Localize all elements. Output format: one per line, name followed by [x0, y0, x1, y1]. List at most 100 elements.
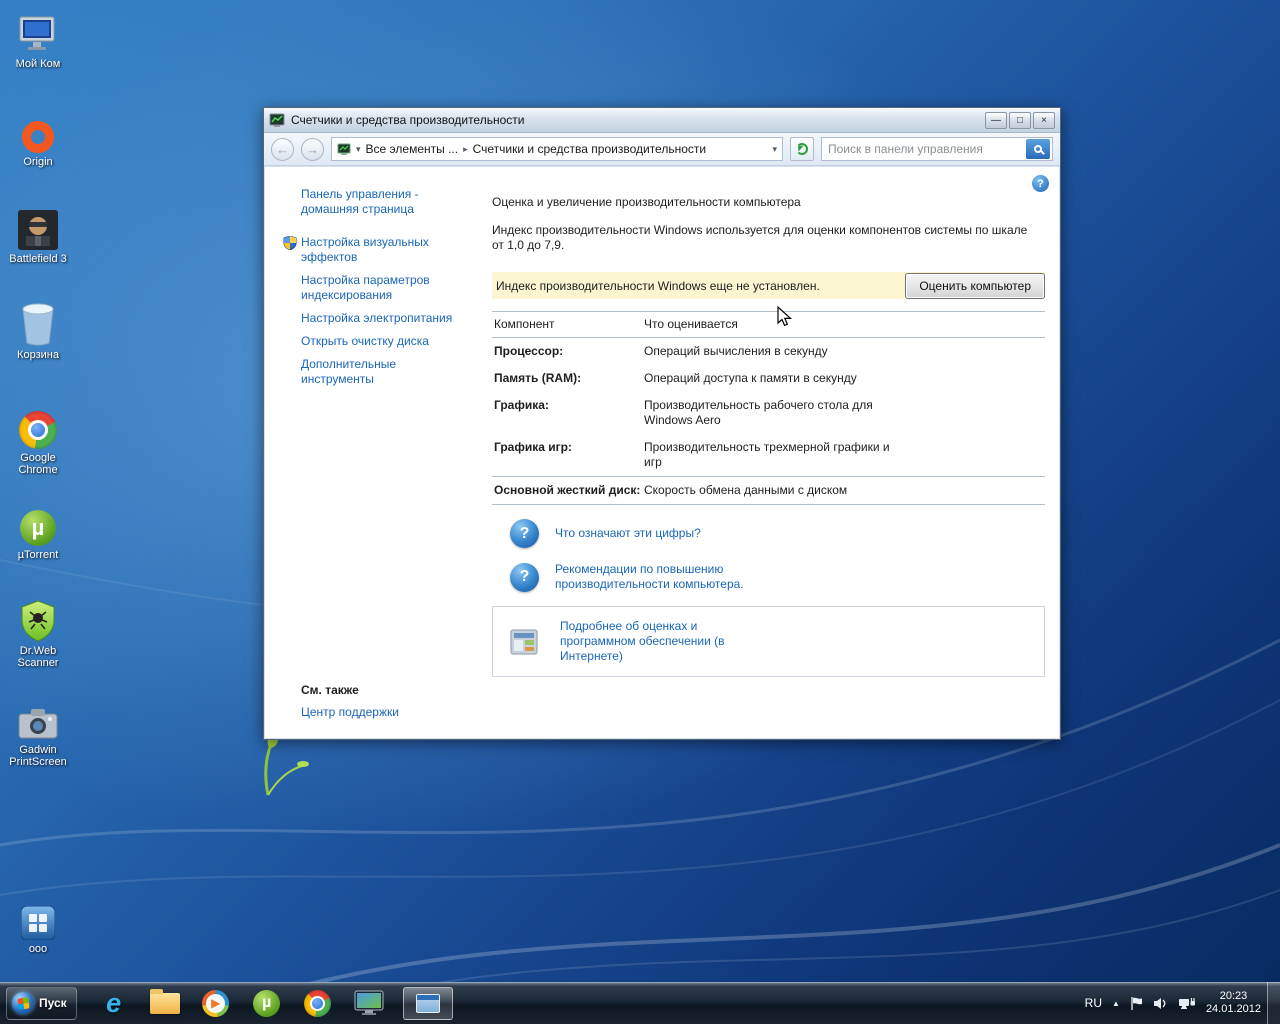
language-indicator[interactable]: RU	[1085, 996, 1102, 1010]
taskbar-utorrent-button[interactable]: µ	[250, 986, 284, 1020]
network-icon[interactable]	[1178, 997, 1196, 1010]
support-center-link[interactable]: Центр поддержки	[301, 705, 399, 719]
desktop-icon-origin[interactable]: Origin	[2, 106, 74, 168]
clock[interactable]: 20:23 24.01.2012	[1206, 990, 1261, 1016]
desktop-icon-drweb[interactable]: Dr.Web Scanner	[2, 595, 74, 669]
table-header-component: Компонент	[494, 317, 555, 331]
refresh-button[interactable]	[790, 137, 814, 161]
page-title: Оценка и увеличение производительности к…	[492, 195, 801, 209]
hidden-icons-button[interactable]: ▲	[1112, 999, 1120, 1008]
breadcrumb-root[interactable]: Все элементы ...	[366, 142, 459, 156]
more-info-panel: Подробнее об оценках и программном обесп…	[492, 606, 1045, 677]
components-table: Компонент Что оценивается Процессор: Опе…	[492, 311, 1045, 505]
back-button[interactable]: ←	[271, 137, 294, 161]
taskbar-explorer-button[interactable]	[148, 986, 182, 1020]
assess-computer-button[interactable]: Оценить компьютер	[905, 272, 1045, 299]
help-link-row[interactable]: ? Что означают эти цифры?	[492, 519, 1045, 548]
desktop-icon-label: Gadwin PrintScreen	[9, 744, 67, 768]
sidebar-item-advanced-tools[interactable]: Дополнительные инструменты	[301, 357, 471, 387]
main-content: Оценка и увеличение производительности к…	[492, 167, 1045, 738]
search-button[interactable]	[1026, 139, 1050, 159]
windows-installer-icon	[2, 893, 74, 940]
see-also-section: См. также Центр поддержки	[301, 683, 399, 727]
forward-button[interactable]: →	[301, 137, 324, 161]
breadcrumb-current[interactable]: Счетчики и средства производительности	[473, 142, 706, 156]
my-computer-icon	[2, 8, 74, 55]
window-titlebar[interactable]: Счетчики и средства производительности —…	[264, 108, 1060, 133]
desktop-icon-battlefield3[interactable]: Battlefield 3	[2, 203, 74, 265]
drweb-shield-icon	[2, 595, 74, 642]
taskbar-display-app-button[interactable]	[352, 986, 386, 1020]
desktop-icon-recycle-bin[interactable]: Корзина	[2, 299, 74, 361]
search-input[interactable]	[822, 142, 1026, 156]
sidebar-item-label: Настройка визуальных эффектов	[301, 235, 429, 264]
desktop-icon-label: Корзина	[17, 349, 59, 361]
desktop-icon-chrome[interactable]: Google Chrome	[2, 402, 74, 476]
component-name: Память (RAM):	[494, 371, 582, 385]
component-measure: Операций доступа к памяти в секунду	[644, 371, 857, 385]
window-toolbar: ← → ▾ Все элементы ... ▸ Счетчики и сред…	[264, 133, 1060, 166]
table-row: Основной жесткий диск: Скорость обмена д…	[492, 476, 1045, 505]
table-row: Графика игр: Производительность трехмерн…	[492, 434, 1045, 476]
start-button[interactable]: Пуск	[6, 986, 77, 1020]
more-info-link[interactable]: Подробнее об оценках и программном обесп…	[560, 619, 760, 664]
window-title: Счетчики и средства производительности	[291, 113, 525, 127]
what-numbers-mean-link[interactable]: Что означают эти цифры?	[555, 526, 701, 541]
windows-flag-icon	[16, 996, 30, 1010]
show-desktop-button[interactable]	[1267, 982, 1280, 1024]
breadcrumb[interactable]: ▾ Все элементы ... ▸ Счетчики и средства…	[331, 137, 783, 161]
breadcrumb-history-icon[interactable]: ▾	[772, 144, 777, 155]
help-link-row[interactable]: ? Рекомендации по повышению производител…	[492, 562, 1045, 592]
chrome-icon	[2, 402, 74, 449]
control-panel-icon	[337, 143, 351, 155]
utorrent-icon: µ	[253, 989, 281, 1017]
system-tray: RU ▲ 20:23 24.01.2012	[1085, 990, 1261, 1016]
clock-date: 24.01.2012	[1205, 1003, 1261, 1015]
sidebar-item-visual-effects[interactable]: Настройка визуальных эффектов	[283, 235, 471, 265]
minimize-button[interactable]: —	[985, 111, 1007, 129]
clock-time: 20:23	[1219, 990, 1248, 1002]
see-also-title: См. также	[301, 683, 359, 697]
wei-banner-text: Индекс производительности Windows еще не…	[496, 278, 820, 293]
desktop-icon-label: Dr.Web Scanner	[17, 645, 59, 669]
desktop-icon-my-computer[interactable]: Мой Ком	[2, 8, 74, 70]
close-icon: ×	[1041, 114, 1047, 126]
table-row: Память (RAM): Операций доступа к памяти …	[492, 365, 1045, 392]
folder-icon	[149, 988, 180, 1014]
chevron-down-icon[interactable]: ▾	[356, 144, 361, 155]
table-row: Графика: Производительность рабочего сто…	[492, 392, 1045, 434]
taskbar-internet-explorer-button[interactable]: e	[97, 986, 131, 1020]
taskbar: Пуск e ▶ µ RU ▲ 20:23 24.01.2012	[0, 982, 1280, 1024]
component-name: Процессор:	[494, 344, 564, 358]
taskbar-buttons: e ▶ µ	[97, 986, 453, 1020]
chrome-icon	[304, 989, 332, 1017]
taskbar-chrome-button[interactable]	[301, 986, 335, 1020]
desktop-icon-gadwin[interactable]: Gadwin PrintScreen	[2, 694, 74, 768]
window-content: ? Панель управления - домашняя страница …	[265, 167, 1059, 738]
sidebar-item-home[interactable]: Панель управления - домашняя страница	[301, 187, 471, 217]
refresh-icon	[796, 143, 808, 155]
help-glyph: ?	[519, 568, 530, 585]
taskbar-active-window-button[interactable]	[402, 986, 453, 1020]
desktop-icon-label: ooo	[28, 943, 48, 955]
display-app-icon	[354, 990, 384, 1015]
breadcrumb-separator-icon: ▸	[463, 143, 468, 154]
sidebar-item-power[interactable]: Настройка электропитания	[301, 311, 471, 326]
close-button[interactable]: ×	[1033, 111, 1055, 129]
maximize-button[interactable]: □	[1009, 111, 1031, 129]
internet-explorer-icon: e	[106, 987, 122, 1018]
desktop-icon-ooo[interactable]: ooo	[2, 893, 74, 955]
sidebar-item-disk-cleanup[interactable]: Открыть очистку диска	[301, 334, 471, 349]
desktop-icon-label: Origin	[23, 156, 53, 168]
performance-monitor-icon	[269, 113, 285, 127]
taskbar-media-player-button[interactable]: ▶	[199, 986, 233, 1020]
desktop-icon-utorrent[interactable]: µ µTorrent	[2, 499, 74, 561]
volume-icon[interactable]	[1153, 997, 1169, 1010]
performance-recommendations-link[interactable]: Рекомендации по повышению производительн…	[555, 562, 775, 592]
table-header-measure: Что оценивается	[644, 317, 738, 331]
desktop: Мой Ком Origin Battlefield 3 Корзина Goo…	[0, 0, 1280, 1024]
component-name: Графика:	[494, 398, 549, 412]
sidebar-item-indexing[interactable]: Настройка параметров индексирования	[301, 273, 471, 303]
action-center-flag-icon[interactable]	[1130, 996, 1143, 1011]
component-measure: Производительность трехмерной графики и …	[644, 440, 890, 469]
